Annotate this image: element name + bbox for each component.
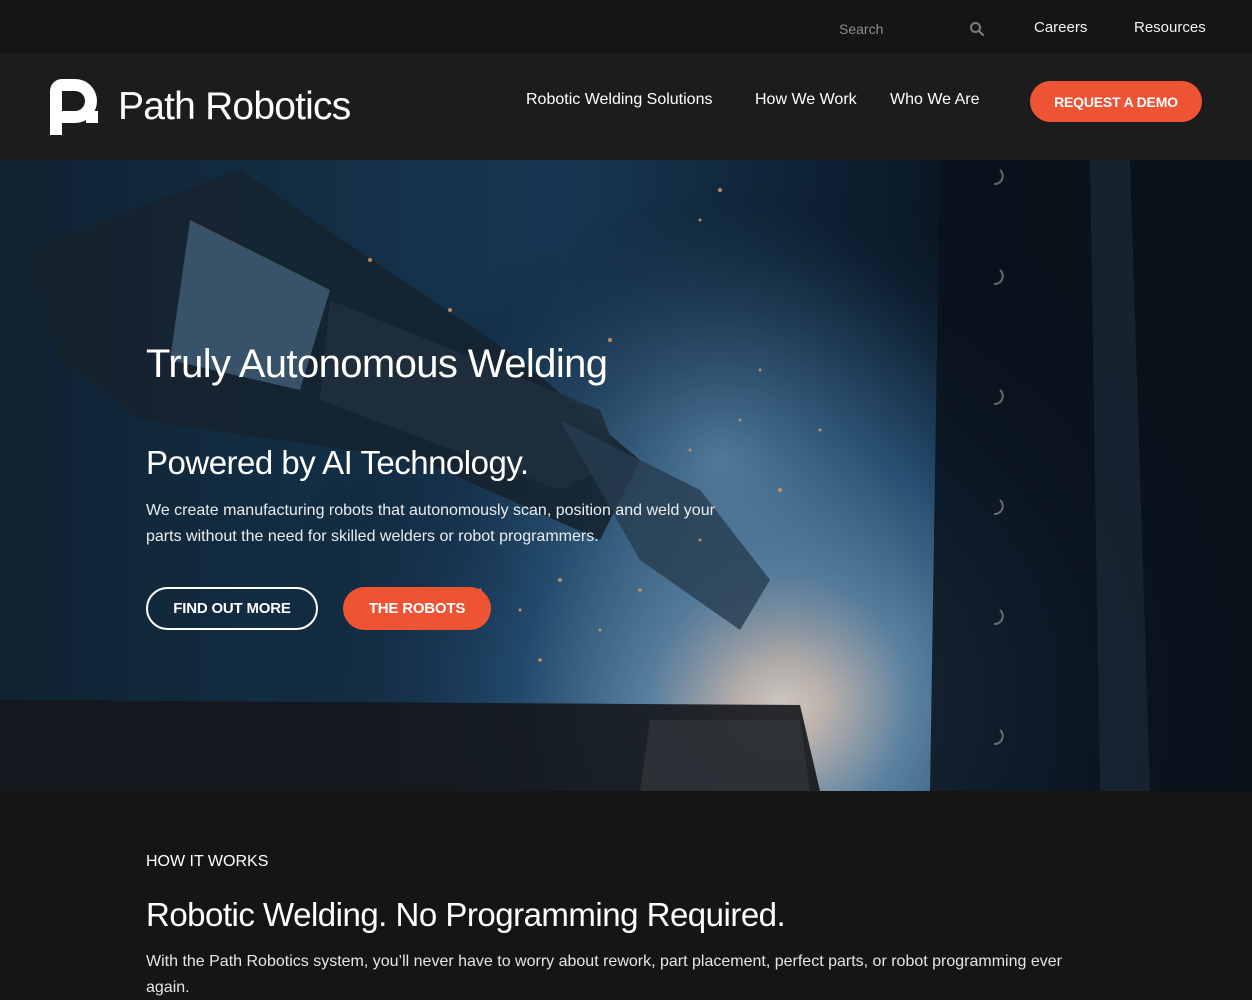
main-navigation: Path Robotics Robotic Welding Solutions … <box>0 53 1252 160</box>
resources-link[interactable]: Resources <box>1134 19 1206 36</box>
nav-robotic-welding-solutions[interactable]: Robotic Welding Solutions <box>526 91 712 109</box>
the-robots-button[interactable]: THE ROBOTS <box>343 587 491 630</box>
nav-who-we-are[interactable]: Who We Are <box>890 91 980 109</box>
section-title: Robotic Welding. No Programming Required… <box>146 896 786 933</box>
search-icon[interactable] <box>969 21 985 37</box>
logo-mark-icon <box>50 79 98 135</box>
section-eyebrow: HOW IT WORKS <box>146 853 269 870</box>
logo-text: Path Robotics <box>118 85 351 128</box>
how-it-works-section: HOW IT WORKS Robotic Welding. No Program… <box>0 791 1252 1000</box>
hero-description: We create manufacturing robots that auto… <box>146 502 715 545</box>
section-description: With the Path Robotics system, you’ll ne… <box>146 953 1062 996</box>
logo[interactable]: Path Robotics <box>50 79 351 135</box>
hero-title: Truly Autonomous Welding <box>146 342 608 386</box>
careers-link[interactable]: Careers <box>1034 19 1087 36</box>
search-input[interactable] <box>839 17 987 41</box>
nav-how-we-work[interactable]: How We Work <box>755 91 857 109</box>
find-out-more-button[interactable]: FIND OUT MORE <box>146 587 318 630</box>
hero-subtitle: Powered by AI Technology. <box>146 444 529 481</box>
request-demo-button[interactable]: REQUEST A DEMO <box>1030 81 1202 122</box>
hero-section: Truly Autonomous Welding Powered by AI T… <box>0 160 1252 791</box>
utility-bar: Careers Resources <box>0 0 1252 53</box>
search-box <box>839 17 987 41</box>
